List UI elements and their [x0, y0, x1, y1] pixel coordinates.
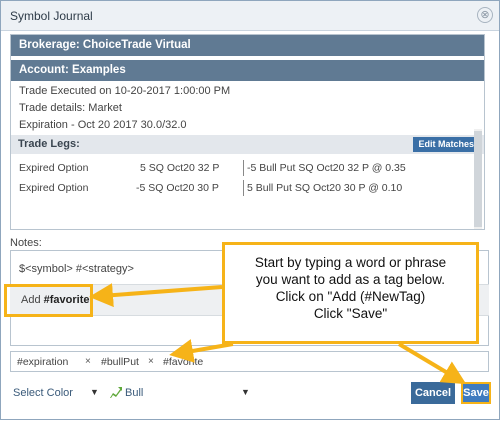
- window-title: Symbol Journal: [10, 9, 93, 23]
- cancel-button[interactable]: Cancel: [411, 382, 455, 404]
- account-header: Account: Examples: [11, 60, 484, 81]
- instruction-callout: Start by typing a word or phrase you wan…: [222, 242, 479, 344]
- tag-chip-label: #bullPut: [101, 356, 139, 368]
- brokerage-header: Brokerage: ChoiceTrade Virtual: [11, 35, 484, 56]
- tag-chip-label: #expiration: [17, 356, 69, 368]
- expiration-text: Expiration - Oct 20 2017 30.0/32.0: [19, 119, 187, 131]
- trade-leg-row: Expired Option -5 SQ Oct20 30 P 5 Bull P…: [11, 178, 484, 198]
- leg-type: Expired Option: [19, 182, 89, 194]
- symbol-journal-dialog: Symbol Journal ⊗ Brokerage: ChoiceTrade …: [0, 0, 500, 420]
- trade-legs-title: Trade Legs:: [18, 138, 80, 150]
- notes-text: $<symbol> #<strategy>: [19, 263, 134, 275]
- callout-line-1: Start by typing a word or phrase: [254, 255, 447, 270]
- trade-leg-row: Expired Option 5 SQ Oct20 32 P -5 Bull P…: [11, 158, 484, 178]
- trade-executed-text: Trade Executed on 10-20-2017 1:00:00 PM: [19, 85, 231, 97]
- color-value[interactable]: Bull: [125, 387, 143, 399]
- leg-quantity: 5 SQ Oct20 32 P: [140, 162, 220, 174]
- tag-remove-icon[interactable]: ×: [85, 356, 91, 367]
- trade-legs-header: Trade Legs: Edit Matches: [11, 135, 484, 154]
- leg-divider: [243, 160, 244, 176]
- leg-description: -5 Bull Put SQ Oct20 32 P @ 0.35: [247, 162, 406, 174]
- trade-details-text: Trade details: Market: [19, 102, 122, 114]
- tags-input[interactable]: #expiration × #bullPut × #favorite: [10, 351, 489, 372]
- save-button[interactable]: Save: [461, 382, 491, 404]
- callout-line-3: Click on "Add (#NewTag): [275, 289, 426, 304]
- suggestion-highlight-box: [4, 284, 93, 317]
- title-bar[interactable]: Symbol Journal ⊗: [1, 1, 499, 31]
- leg-divider: [243, 180, 244, 196]
- notes-label: Notes:: [10, 237, 42, 249]
- select-color-dropdown[interactable]: Select Color: [13, 387, 73, 399]
- leg-quantity: -5 SQ Oct20 30 P: [136, 182, 219, 194]
- details-scrollbar-thumb[interactable]: [474, 131, 482, 227]
- tag-remove-icon[interactable]: ×: [148, 356, 154, 367]
- caret-down-icon[interactable]: ▼: [90, 387, 99, 397]
- edit-matches-button[interactable]: Edit Matches: [413, 137, 479, 152]
- tag-chip-label: #favorite: [163, 356, 204, 368]
- leg-description: 5 Bull Put SQ Oct20 30 P @ 0.10: [247, 182, 403, 194]
- trade-details-panel: Brokerage: ChoiceTrade Virtual Account: …: [10, 34, 485, 230]
- caret-down-icon[interactable]: ▼: [241, 387, 250, 397]
- callout-line-2: you want to add as a tag below.: [255, 272, 446, 287]
- bull-icon: [109, 386, 123, 402]
- close-icon[interactable]: ⊗: [477, 7, 493, 23]
- callout-line-4: Click "Save": [313, 306, 388, 321]
- leg-type: Expired Option: [19, 162, 89, 174]
